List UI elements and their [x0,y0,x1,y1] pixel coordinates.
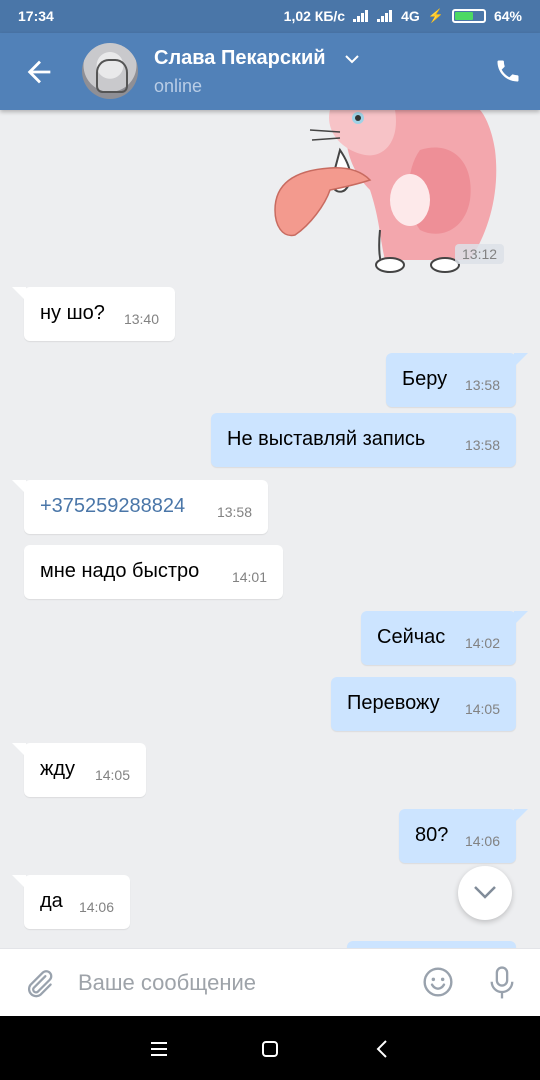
charging-icon: ⚡ [427,8,444,23]
message-text: ну шо? [40,302,105,324]
home-icon[interactable] [259,1038,281,1060]
message-text: 80? [415,824,449,846]
message-time: 14:06 [464,833,500,849]
message-text: мне надо быстро [40,560,200,582]
chat-header: Слава Пекарский online [0,33,540,110]
message-time: 13:58 [464,377,500,393]
outgoing-message[interactable]: Перевожу 14:05 [331,677,516,731]
contact-status: online [154,76,203,96]
signal-icon [353,10,369,22]
bubble-tail [514,809,528,823]
bubble-tail [12,287,26,301]
message-text: жду [40,758,76,780]
message-text: да [40,890,63,912]
bubble-tail [514,353,528,367]
battery-percent: 64% [493,8,522,24]
battery-icon [451,9,486,23]
attach-icon[interactable] [22,967,56,1001]
message-input[interactable] [78,969,398,997]
menu-icon[interactable] [148,1038,170,1060]
bubble-tail [12,743,26,757]
network-speed: 1,02 КБ/с [283,8,346,24]
signal-icon-2 [377,10,393,22]
incoming-message[interactable]: мне надо быстро 14:01 [24,545,283,599]
microphone-icon[interactable] [488,965,516,1001]
message-composer [0,948,540,1017]
bubble-tail [514,611,528,625]
incoming-message[interactable]: ну шо? 13:40 [24,287,175,341]
chevron-down-icon[interactable] [344,53,360,65]
outgoing-message[interactable]: 80? 14:06 [399,809,516,863]
message-text: Не выставляй запись [227,428,426,450]
message-time: 14:05 [94,767,130,783]
contact-name[interactable]: Слава Пекарский [154,47,326,70]
scroll-down-button[interactable] [458,866,512,920]
bubble-tail [12,875,26,889]
avatar[interactable] [82,43,138,99]
incoming-message[interactable]: жду 14:05 [24,743,146,797]
outgoing-message[interactable]: Беру 13:58 [386,353,516,407]
back-icon[interactable] [372,1038,394,1060]
arrow-left-icon[interactable] [22,55,56,89]
message-time: 13:58 [216,504,252,520]
message-list[interactable]: 13:12 ну шо? 13:40 Беру 13:58 Не выставляй з… [0,110,540,948]
message-time: 13:40 [123,311,159,327]
system-nav-bar [0,1016,540,1080]
message-text: Перевожу [347,692,440,714]
outgoing-message[interactable]: Сейчас 14:02 [361,611,516,665]
chevron-down-icon [474,886,496,899]
message-text: Сейчас [377,626,446,648]
message-text: Беру [402,368,448,390]
battery-fill [454,12,473,20]
incoming-message[interactable]: +375259288824 13:58 [24,480,268,534]
status-bar: 17:34 1,02 КБ/с 4G ⚡ 64% [0,0,540,33]
incoming-message[interactable]: да 14:06 [24,875,130,929]
status-time: 17:34 [18,8,54,24]
message-time: 14:02 [464,635,500,651]
message-time: 14:06 [78,899,114,915]
message-time: 13:58 [464,437,500,453]
outgoing-message-partial[interactable] [347,941,516,948]
network-type: 4G [401,8,420,24]
bubble-tail [12,480,26,494]
outgoing-message[interactable]: Не выставляй запись 13:58 [211,413,516,467]
phone-link[interactable]: +375259288824 [40,495,185,518]
phone-icon[interactable] [494,57,522,85]
emoji-icon[interactable] [422,966,454,998]
message-time: 14:01 [231,569,267,585]
message-time: 14:05 [464,701,500,717]
sticker-time: 13:12 [455,244,505,264]
